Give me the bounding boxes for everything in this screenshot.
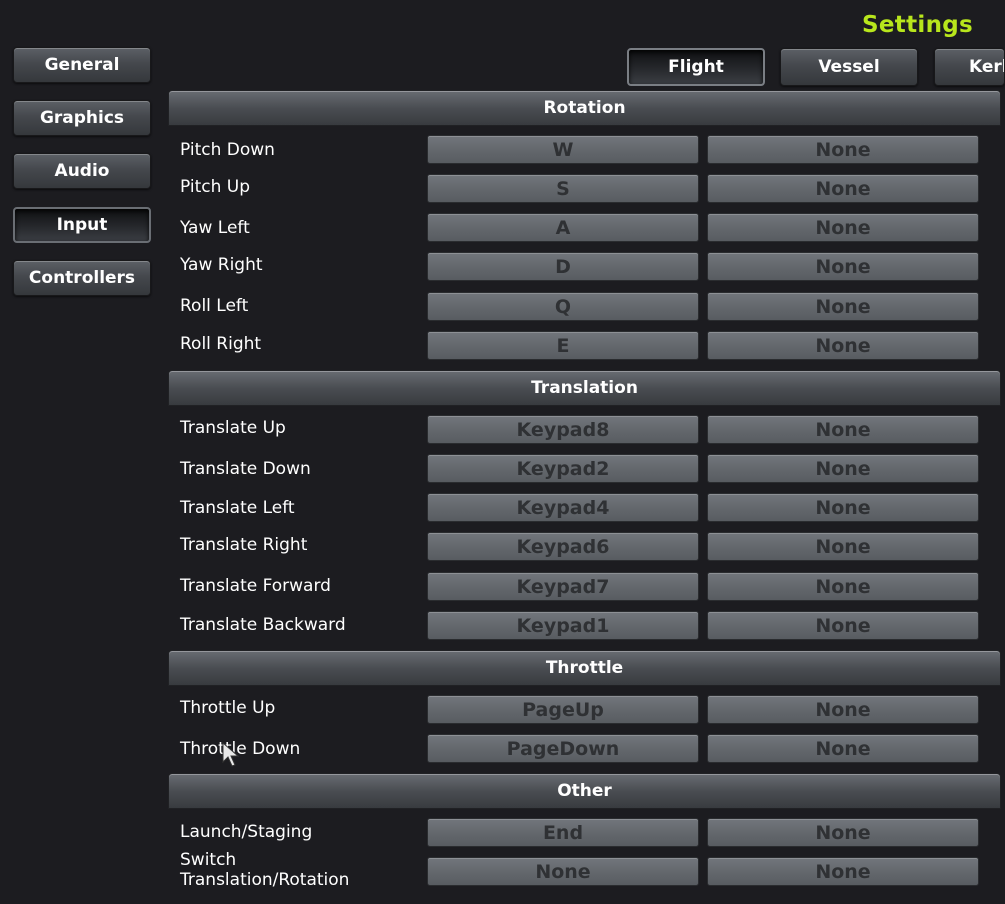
binding-label-yaw-right: Yaw Right bbox=[180, 255, 263, 275]
binding-label-translate-right: Translate Right bbox=[180, 535, 308, 555]
sidebar-item-label: Audio bbox=[54, 161, 110, 181]
tab-kerbal[interactable]: Kerb bbox=[934, 48, 1005, 86]
binding-label-translate-left: Translate Left bbox=[180, 498, 295, 518]
secondary-key-translate-backward[interactable]: None bbox=[707, 611, 979, 640]
binding-label-roll-right: Roll Right bbox=[180, 334, 262, 354]
primary-key-roll-left[interactable]: Q bbox=[427, 292, 699, 321]
section-title: Throttle bbox=[545, 658, 624, 678]
sidebar-item-label: General bbox=[44, 55, 120, 75]
section-header-other: Other bbox=[168, 773, 1001, 809]
secondary-key-launch-staging[interactable]: None bbox=[707, 818, 979, 847]
binding-label-line: Translation/Rotation bbox=[180, 870, 350, 890]
tab-label: Flight bbox=[668, 57, 724, 77]
primary-key-yaw-left[interactable]: A bbox=[427, 213, 699, 242]
secondary-key-roll-right[interactable]: None bbox=[707, 331, 979, 360]
section-header-throttle: Throttle bbox=[168, 650, 1001, 686]
secondary-key-switch-translation-rotation[interactable]: None bbox=[707, 857, 979, 886]
sidebar-item-input[interactable]: Input bbox=[13, 207, 151, 243]
section-header-translation: Translation bbox=[168, 370, 1001, 406]
keybinding-panel: Rotation Pitch Down W None Pitch Up S No… bbox=[168, 90, 1005, 904]
section-header-rotation: Rotation bbox=[168, 90, 1001, 126]
secondary-key-translate-down[interactable]: None bbox=[707, 454, 979, 483]
binding-label-switch-translation-rotation: Switch Translation/Rotation bbox=[180, 850, 349, 890]
sidebar-item-general[interactable]: General bbox=[13, 47, 151, 83]
binding-label-line: Switch bbox=[180, 850, 237, 870]
binding-label-translate-forward: Translate Forward bbox=[180, 576, 331, 596]
primary-key-translate-forward[interactable]: Keypad7 bbox=[427, 572, 699, 601]
sidebar-item-controllers[interactable]: Controllers bbox=[13, 260, 151, 296]
secondary-key-translate-left[interactable]: None bbox=[707, 493, 979, 522]
binding-label-translate-backward: Translate Backward bbox=[180, 615, 346, 635]
sidebar-item-label: Graphics bbox=[39, 108, 125, 128]
primary-key-translate-down[interactable]: Keypad2 bbox=[427, 454, 699, 483]
sidebar-item-graphics[interactable]: Graphics bbox=[13, 100, 151, 136]
primary-key-pitch-up[interactable]: S bbox=[427, 174, 699, 203]
primary-key-pitch-down[interactable]: W bbox=[427, 135, 699, 164]
sidebar-item-audio[interactable]: Audio bbox=[13, 153, 151, 189]
secondary-key-throttle-down[interactable]: None bbox=[707, 734, 979, 763]
binding-label-translate-up: Translate Up bbox=[180, 418, 286, 438]
secondary-key-yaw-right[interactable]: None bbox=[707, 252, 979, 281]
binding-label-yaw-left: Yaw Left bbox=[180, 218, 250, 238]
binding-label-throttle-up: Throttle Up bbox=[180, 698, 276, 718]
tab-label: Vessel bbox=[818, 57, 880, 77]
secondary-key-translate-up[interactable]: None bbox=[707, 415, 979, 444]
binding-label-pitch-up: Pitch Up bbox=[180, 177, 251, 197]
secondary-key-roll-left[interactable]: None bbox=[707, 292, 979, 321]
secondary-key-translate-right[interactable]: None bbox=[707, 532, 979, 561]
binding-label-roll-left: Roll Left bbox=[180, 296, 249, 316]
tab-flight[interactable]: Flight bbox=[627, 48, 765, 86]
secondary-key-translate-forward[interactable]: None bbox=[707, 572, 979, 601]
binding-label-translate-down: Translate Down bbox=[180, 459, 311, 479]
sidebar-item-label: Input bbox=[56, 215, 108, 235]
sidebar-item-label: Controllers bbox=[28, 268, 136, 288]
binding-label-pitch-down: Pitch Down bbox=[180, 140, 275, 160]
primary-key-launch-staging[interactable]: End bbox=[427, 818, 699, 847]
section-title: Rotation bbox=[543, 98, 626, 118]
primary-key-yaw-right[interactable]: D bbox=[427, 252, 699, 281]
primary-key-translate-left[interactable]: Keypad4 bbox=[427, 493, 699, 522]
primary-key-roll-right[interactable]: E bbox=[427, 331, 699, 360]
tab-label: Kerb bbox=[969, 57, 1004, 77]
secondary-key-throttle-up[interactable]: None bbox=[707, 695, 979, 724]
primary-key-throttle-up[interactable]: PageUp bbox=[427, 695, 699, 724]
binding-label-launch-staging: Launch/Staging bbox=[180, 822, 313, 842]
secondary-key-pitch-up[interactable]: None bbox=[707, 174, 979, 203]
primary-key-translate-right[interactable]: Keypad6 bbox=[427, 532, 699, 561]
settings-title: Settings bbox=[862, 12, 973, 38]
tab-vessel[interactable]: Vessel bbox=[780, 48, 918, 86]
primary-key-translate-backward[interactable]: Keypad1 bbox=[427, 611, 699, 640]
secondary-key-pitch-down[interactable]: None bbox=[707, 135, 979, 164]
primary-key-switch-translation-rotation[interactable]: None bbox=[427, 857, 699, 886]
primary-key-throttle-down[interactable]: PageDown bbox=[427, 734, 699, 763]
section-title: Translation bbox=[531, 378, 638, 398]
primary-key-translate-up[interactable]: Keypad8 bbox=[427, 415, 699, 444]
secondary-key-yaw-left[interactable]: None bbox=[707, 213, 979, 242]
section-title: Other bbox=[557, 781, 612, 801]
